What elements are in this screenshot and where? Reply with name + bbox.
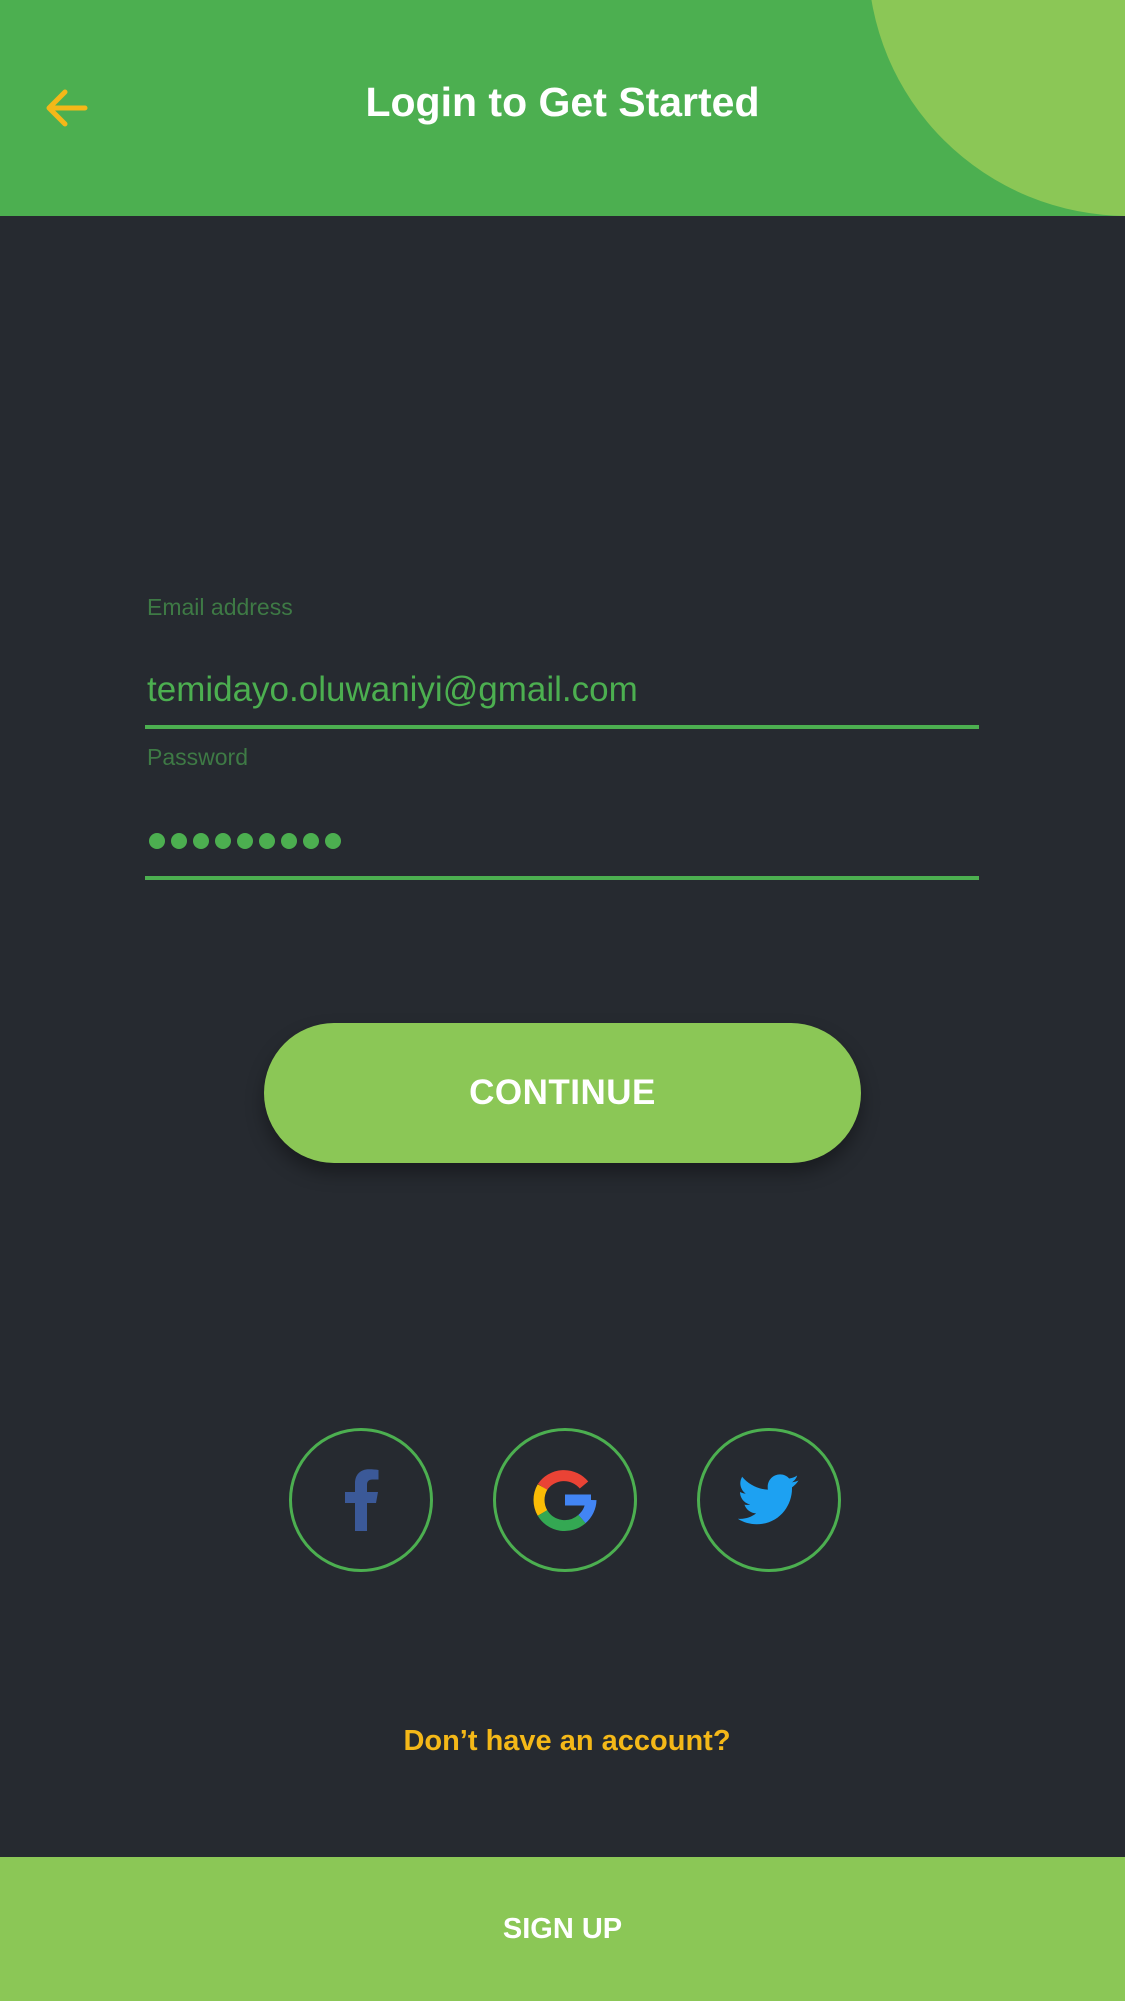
facebook-icon bbox=[345, 1469, 379, 1531]
twitter-icon bbox=[738, 1474, 799, 1525]
page-title: Login to Get Started bbox=[365, 79, 760, 125]
password-field[interactable] bbox=[149, 828, 341, 854]
header-bar: Login to Get Started bbox=[0, 0, 1125, 216]
password-mask-dot bbox=[237, 833, 253, 849]
login-screen: Login to Get Started Email address temid… bbox=[0, 0, 1125, 2001]
facebook-login-button[interactable] bbox=[289, 1428, 433, 1572]
signup-button[interactable]: SIGN UP bbox=[0, 1857, 1125, 2001]
password-mask-dot bbox=[281, 833, 297, 849]
twitter-login-button[interactable] bbox=[697, 1428, 841, 1572]
password-mask-dot bbox=[171, 833, 187, 849]
google-login-button[interactable] bbox=[493, 1428, 637, 1572]
no-account-link[interactable]: Don’t have an account? bbox=[0, 1723, 1125, 1759]
email-field[interactable]: temidayo.oluwaniyi@gmail.com bbox=[147, 668, 977, 712]
password-mask-dot bbox=[325, 833, 341, 849]
password-label: Password bbox=[147, 744, 248, 770]
password-mask-dot bbox=[303, 833, 319, 849]
email-label: Email address bbox=[147, 594, 293, 620]
password-mask-dot bbox=[259, 833, 275, 849]
password-underline bbox=[145, 876, 979, 880]
password-mask-dot bbox=[215, 833, 231, 849]
continue-button[interactable]: CONTINUE bbox=[264, 1023, 861, 1163]
google-icon bbox=[533, 1470, 597, 1531]
password-mask-dot bbox=[149, 833, 165, 849]
password-mask-dot bbox=[193, 833, 209, 849]
email-underline bbox=[145, 725, 979, 729]
